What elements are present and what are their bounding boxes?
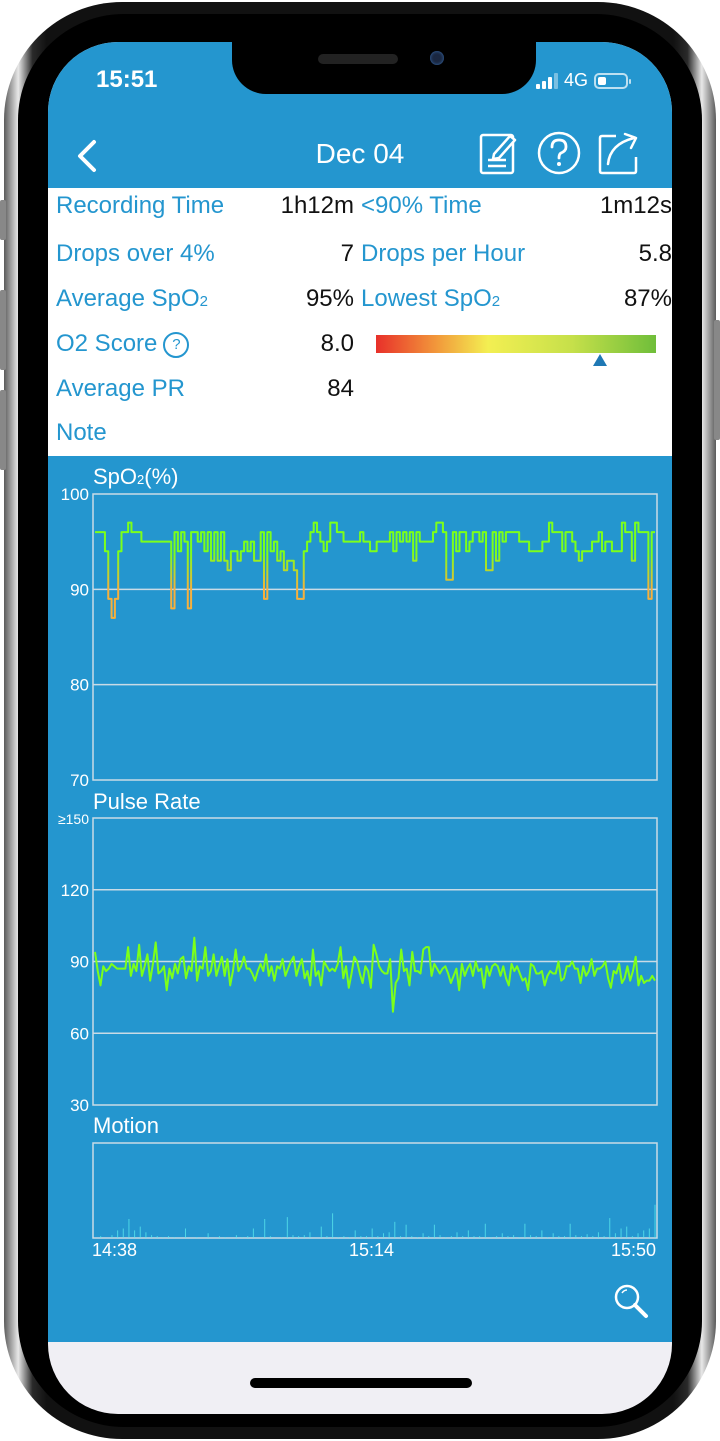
y-tick-label: 90 xyxy=(70,953,89,972)
y-tick-label: 70 xyxy=(70,771,89,790)
x-tick-label: 15:50 xyxy=(610,1240,656,1260)
power-button xyxy=(714,320,720,440)
spo2-series-line xyxy=(95,521,655,619)
plot-frame xyxy=(92,1142,658,1239)
notch xyxy=(232,42,536,94)
search-icon[interactable] xyxy=(612,1282,650,1320)
pulse-series-line xyxy=(94,936,656,1013)
y-tick-label: 90 xyxy=(70,580,89,599)
x-tick-label: 15:14 xyxy=(349,1240,395,1260)
y-tick-label: 60 xyxy=(70,1024,89,1043)
app-screen: 15:51 4G Dec 04 Recording Time 1h12m <90… xyxy=(48,42,672,1414)
y-tick-label: 80 xyxy=(70,676,89,695)
volume-up-button xyxy=(0,290,6,370)
x-tick-label: 14:38 xyxy=(92,1240,138,1260)
speaker xyxy=(318,54,398,64)
charts-canvas: 100 90 80 70 ≥150 120 90 60 30 xyxy=(58,485,658,1239)
home-indicator[interactable] xyxy=(250,1378,472,1388)
y-tick-label: 120 xyxy=(61,881,89,900)
y-tick-label: 100 xyxy=(61,485,89,504)
mute-switch xyxy=(0,200,6,240)
volume-down-button xyxy=(0,390,6,470)
front-camera xyxy=(430,51,444,65)
y-tick-label: ≥150 xyxy=(58,811,89,827)
y-tick-label: 30 xyxy=(70,1096,89,1115)
